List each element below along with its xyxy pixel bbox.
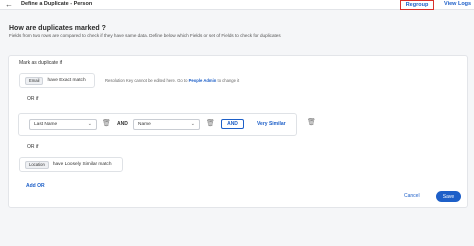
email-field-tag: Email: [25, 76, 44, 85]
resolution-key-note: Resolution Key cannot be edited here. Go…: [105, 78, 240, 83]
chevron-down-icon: ⌄: [190, 121, 195, 127]
and-connector: AND: [117, 121, 128, 127]
regroup-button[interactable]: Regroup: [400, 0, 434, 10]
chevron-down-icon: ⌄: [87, 121, 92, 127]
trash-icon[interactable]: 🗑: [206, 120, 215, 128]
back-arrow-icon[interactable]: ←: [5, 0, 13, 9]
rule-row-very-similar: Last Name ⌄ 🗑 AND Name ⌄ 🗑 AND Very Simi…: [18, 113, 297, 136]
trash-icon[interactable]: 🗑: [102, 120, 111, 128]
rule-loosely-similar: Location have Loosely Similar match: [19, 157, 123, 172]
add-or-button[interactable]: Add OR: [26, 183, 45, 190]
or-if-label: OR if: [27, 144, 39, 150]
page-description: Fields from two rows are compared to che…: [9, 33, 281, 38]
view-logs-link[interactable]: View Logs: [444, 1, 471, 8]
cancel-button[interactable]: Cancel: [404, 193, 420, 200]
field-select-last-name[interactable]: Last Name ⌄: [29, 119, 97, 130]
page-title: How are duplicates marked ?: [9, 25, 106, 32]
add-and-button[interactable]: AND: [221, 119, 244, 129]
top-bar: ← Define a Duplicate - Person Regroup Vi…: [0, 0, 474, 10]
rule-exact-match: Email have Exact match: [19, 73, 95, 88]
loosely-similar-text: have Loosely Similar match: [52, 162, 112, 167]
or-if-label: OR if: [27, 96, 39, 102]
location-field-tag: Location: [25, 160, 49, 169]
field-select-name[interactable]: Name ⌄: [133, 119, 200, 130]
page-header-title: Define a Duplicate - Person: [21, 1, 93, 7]
save-button[interactable]: Save: [436, 191, 461, 202]
exact-match-text: have Exact match: [47, 78, 86, 83]
match-type-very-similar[interactable]: Very Similar: [257, 121, 286, 128]
trash-icon[interactable]: 🗑: [307, 119, 316, 127]
section-label: Mark as duplicate if: [19, 60, 63, 66]
people-admin-link[interactable]: People Admin: [189, 78, 217, 83]
